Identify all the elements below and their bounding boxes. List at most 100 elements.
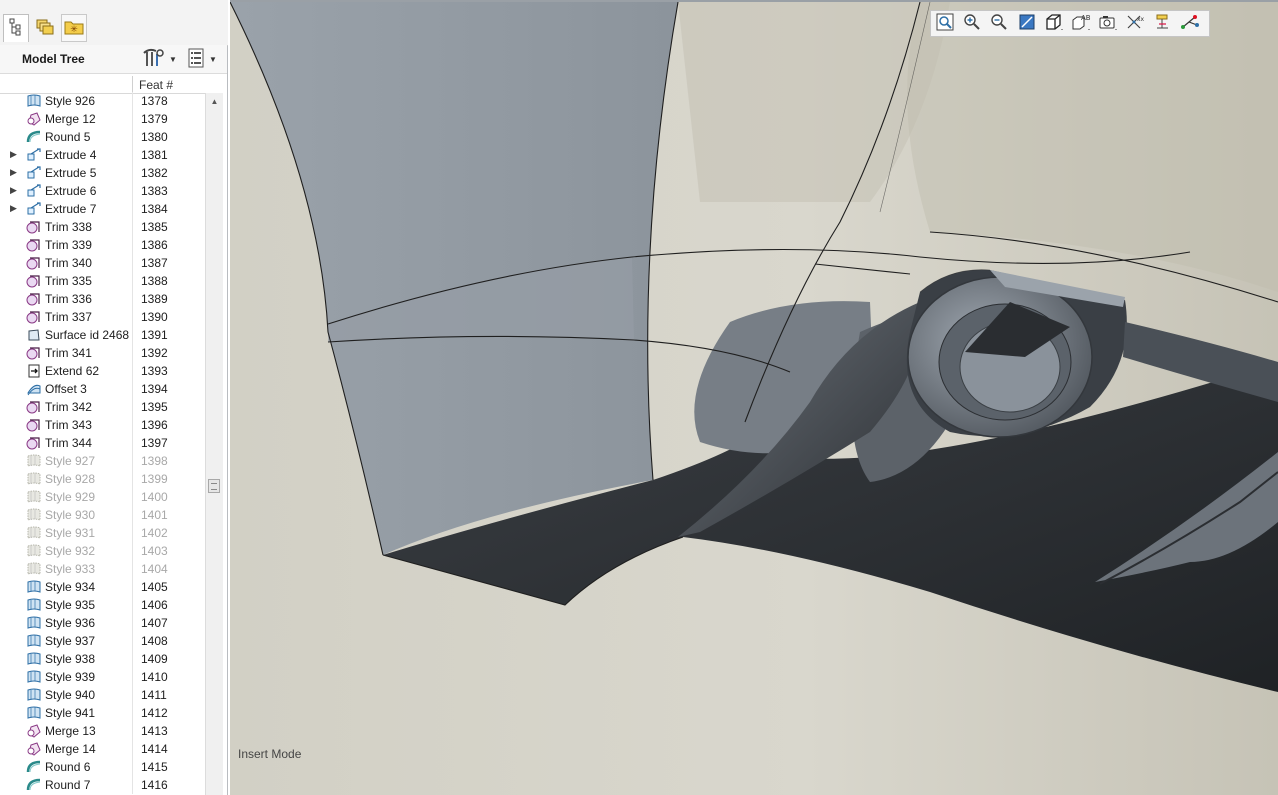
feature-number: 1384 bbox=[141, 202, 168, 216]
expand-arrow-icon[interactable]: ▶ bbox=[10, 149, 20, 160]
view-toolbar: AB xx bbox=[930, 10, 1210, 37]
model-tree-title: Model Tree bbox=[22, 52, 85, 66]
tree-row[interactable]: Style 931 1402 bbox=[0, 524, 205, 542]
merge-feature-icon bbox=[26, 112, 42, 126]
tree-row[interactable]: Style 934 1405 bbox=[0, 578, 205, 596]
repaint-button[interactable] bbox=[1016, 13, 1038, 35]
column-divider bbox=[132, 704, 133, 722]
zoom-out-button[interactable] bbox=[988, 13, 1010, 35]
tree-row[interactable]: Trim 339 1386 bbox=[0, 236, 205, 254]
tree-row[interactable]: ▶ Extrude 7 1384 bbox=[0, 200, 205, 218]
feature-name: Trim 337 bbox=[45, 310, 92, 324]
mode-status-text: Insert Mode bbox=[238, 747, 302, 761]
tree-row[interactable]: Style 935 1406 bbox=[0, 596, 205, 614]
display-style-button[interactable] bbox=[1043, 13, 1065, 35]
tree-row[interactable]: Style 930 1401 bbox=[0, 506, 205, 524]
feature-number: 1407 bbox=[141, 616, 168, 630]
tree-row[interactable]: Style 937 1408 bbox=[0, 632, 205, 650]
feature-name: Trim 344 bbox=[45, 436, 92, 450]
tree-row[interactable]: Trim 343 1396 bbox=[0, 416, 205, 434]
tree-row[interactable]: Merge 13 1413 bbox=[0, 722, 205, 740]
tree-row[interactable]: Style 926 1378 bbox=[0, 92, 205, 110]
refit-button[interactable] bbox=[934, 13, 956, 35]
tree-show-button[interactable]: ▼ bbox=[187, 48, 217, 69]
tree-row[interactable]: Style 929 1400 bbox=[0, 488, 205, 506]
chevron-down-icon: ▼ bbox=[169, 54, 177, 64]
tree-scrollbar[interactable]: ▲ bbox=[205, 93, 223, 795]
tree-row[interactable]: Style 927 1398 bbox=[0, 452, 205, 470]
tree-row[interactable]: Trim 340 1387 bbox=[0, 254, 205, 272]
scroll-up-arrow-icon[interactable]: ▲ bbox=[206, 93, 223, 110]
model-tree-tab[interactable] bbox=[3, 14, 29, 42]
tree-row[interactable]: Merge 14 1414 bbox=[0, 740, 205, 758]
expand-arrow-icon[interactable]: ▶ bbox=[10, 185, 20, 196]
feature-number: 1392 bbox=[141, 346, 168, 360]
tree-row[interactable]: Trim 336 1389 bbox=[0, 290, 205, 308]
column-divider bbox=[132, 668, 133, 686]
tree-row[interactable]: Trim 342 1395 bbox=[0, 398, 205, 416]
tree-row[interactable]: Style 933 1404 bbox=[0, 560, 205, 578]
saved-views-button[interactable] bbox=[1097, 13, 1119, 35]
zoom-in-button[interactable] bbox=[961, 13, 983, 35]
tree-row[interactable]: Style 928 1399 bbox=[0, 470, 205, 488]
scroll-thumb[interactable] bbox=[208, 479, 220, 493]
spin-center-button[interactable] bbox=[1179, 13, 1201, 35]
tree-settings-button[interactable]: ▼ bbox=[143, 48, 177, 69]
feature-number: 1386 bbox=[141, 238, 168, 252]
tree-row[interactable]: ▶ Extrude 5 1382 bbox=[0, 164, 205, 182]
feature-number: 1390 bbox=[141, 310, 168, 324]
column-divider[interactable] bbox=[132, 76, 133, 93]
tree-row[interactable]: Style 932 1403 bbox=[0, 542, 205, 560]
saved-orientations-button[interactable]: AB bbox=[1070, 13, 1092, 35]
model-tree-tab-icon bbox=[8, 18, 24, 39]
favorites-tab[interactable]: ✳ bbox=[61, 14, 87, 42]
style-feature-icon bbox=[26, 472, 42, 486]
tree-row[interactable]: Surface id 2468 1391 bbox=[0, 326, 205, 344]
zoom-in-icon bbox=[963, 13, 981, 34]
tree-row[interactable]: ▶ Extrude 4 1381 bbox=[0, 146, 205, 164]
feature-number: 1403 bbox=[141, 544, 168, 558]
style-feature-icon bbox=[26, 526, 42, 540]
feature-number: 1387 bbox=[141, 256, 168, 270]
tree-row[interactable]: Trim 337 1390 bbox=[0, 308, 205, 326]
column-divider bbox=[132, 758, 133, 776]
feature-name: Trim 335 bbox=[45, 274, 92, 288]
expand-arrow-icon[interactable]: ▶ bbox=[10, 167, 20, 178]
tree-row[interactable]: Style 940 1411 bbox=[0, 686, 205, 704]
extend-feature-icon bbox=[26, 364, 42, 378]
feature-number: 1381 bbox=[141, 148, 168, 162]
tree-row[interactable]: Style 938 1409 bbox=[0, 650, 205, 668]
tree-row[interactable]: Extend 62 1393 bbox=[0, 362, 205, 380]
tree-row[interactable]: Style 936 1407 bbox=[0, 614, 205, 632]
style-feature-icon bbox=[26, 652, 42, 666]
tree-row[interactable]: Round 6 1415 bbox=[0, 758, 205, 776]
model-scene[interactable] bbox=[230, 2, 1278, 795]
model-tree-header: Model Tree ▼ ▼ bbox=[0, 45, 227, 74]
annotation-display-button[interactable] bbox=[1152, 13, 1174, 35]
datum-display-button[interactable]: xx bbox=[1124, 13, 1146, 35]
tree-row[interactable]: ▶ Extrude 6 1383 bbox=[0, 182, 205, 200]
feature-number: 1394 bbox=[141, 382, 168, 396]
tree-row[interactable]: Trim 335 1388 bbox=[0, 272, 205, 290]
feature-number: 1415 bbox=[141, 760, 168, 774]
tree-row[interactable]: Merge 12 1379 bbox=[0, 110, 205, 128]
tree-row[interactable]: Offset 3 1394 bbox=[0, 380, 205, 398]
tree-row[interactable]: Trim 338 1385 bbox=[0, 218, 205, 236]
tree-row[interactable]: Trim 344 1397 bbox=[0, 434, 205, 452]
tree-row[interactable]: Round 7 1416 bbox=[0, 776, 205, 794]
tree-row[interactable]: Round 5 1380 bbox=[0, 128, 205, 146]
tree-row[interactable]: Style 939 1410 bbox=[0, 668, 205, 686]
layer-tree-tab[interactable] bbox=[32, 14, 58, 42]
layer-tree-tab-icon bbox=[35, 18, 55, 39]
style-feature-icon bbox=[26, 490, 42, 504]
tree-row[interactable]: Style 941 1412 bbox=[0, 704, 205, 722]
expand-arrow-icon[interactable]: ▶ bbox=[10, 203, 20, 214]
graphics-viewport[interactable]: AB xx Insert Mode bbox=[230, 0, 1278, 795]
column-divider bbox=[132, 344, 133, 362]
style-feature-icon bbox=[26, 544, 42, 558]
column-divider bbox=[132, 380, 133, 398]
feat-number-column-header[interactable]: Feat # bbox=[139, 78, 173, 92]
feature-name: Style 932 bbox=[45, 544, 96, 558]
column-divider bbox=[132, 92, 133, 110]
tree-row[interactable]: Trim 341 1392 bbox=[0, 344, 205, 362]
